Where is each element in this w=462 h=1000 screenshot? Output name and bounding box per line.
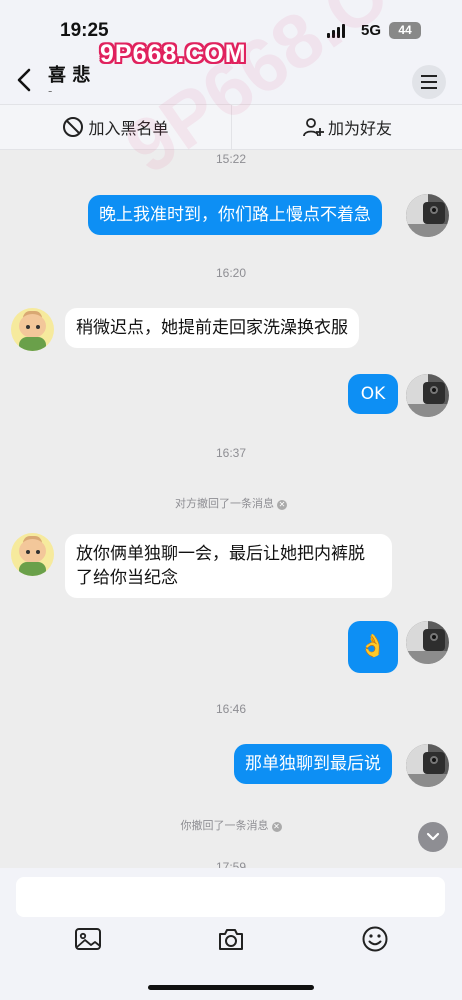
- close-icon: ✕: [271, 822, 282, 832]
- timestamp: 16:20: [215, 266, 247, 280]
- message-peer[interactable]: 放你俩单独聊一会，最后让她把内裤脱了给你当纪念: [65, 534, 392, 598]
- back-icon[interactable]: [10, 64, 40, 96]
- timestamp: 16:46: [215, 702, 247, 716]
- add-friend-label: 加为好友: [327, 119, 392, 138]
- timestamp: 16:37: [215, 446, 247, 460]
- emoji-icon[interactable]: [360, 924, 390, 954]
- input-panel: [0, 868, 462, 1000]
- avatar-self[interactable]: [406, 744, 449, 787]
- recall-notice: 你撤回了一条消息 ✕: [180, 819, 282, 832]
- message-self[interactable]: OK: [348, 374, 398, 414]
- avatar-self[interactable]: [406, 374, 449, 417]
- menu-icon: [421, 75, 437, 77]
- message-self[interactable]: 那单独聊到最后说: [234, 744, 392, 784]
- chevron-down-icon: [426, 832, 440, 841]
- add-user-icon: [303, 118, 324, 137]
- camera-icon[interactable]: [216, 924, 246, 954]
- message-self[interactable]: 👌: [348, 621, 398, 673]
- message-self[interactable]: 晚上我准时到，你们路上慢点不着急: [88, 195, 382, 235]
- image-icon[interactable]: [73, 924, 103, 954]
- block-icon: [63, 117, 84, 137]
- timestamp: 15:22: [215, 152, 247, 166]
- message-input[interactable]: [16, 877, 445, 917]
- contact-name: 喜 悲: [48, 65, 91, 86]
- scroll-down-button[interactable]: [418, 822, 448, 852]
- status-time: 19:25: [60, 20, 109, 41]
- avatar-peer[interactable]: [11, 533, 54, 576]
- avatar-self[interactable]: [406, 194, 449, 237]
- avatar-peer[interactable]: [11, 308, 54, 351]
- avatar-self[interactable]: [406, 621, 449, 664]
- message-peer[interactable]: 稍微迟点，她提前走回家洗澡换衣服: [65, 308, 359, 348]
- contact-subtitle: -: [48, 84, 53, 98]
- recall-notice: 对方撤回了一条消息 ✕: [175, 497, 287, 510]
- close-icon: ✕: [277, 500, 287, 510]
- menu-button[interactable]: [412, 65, 446, 99]
- home-indicator[interactable]: [148, 985, 314, 990]
